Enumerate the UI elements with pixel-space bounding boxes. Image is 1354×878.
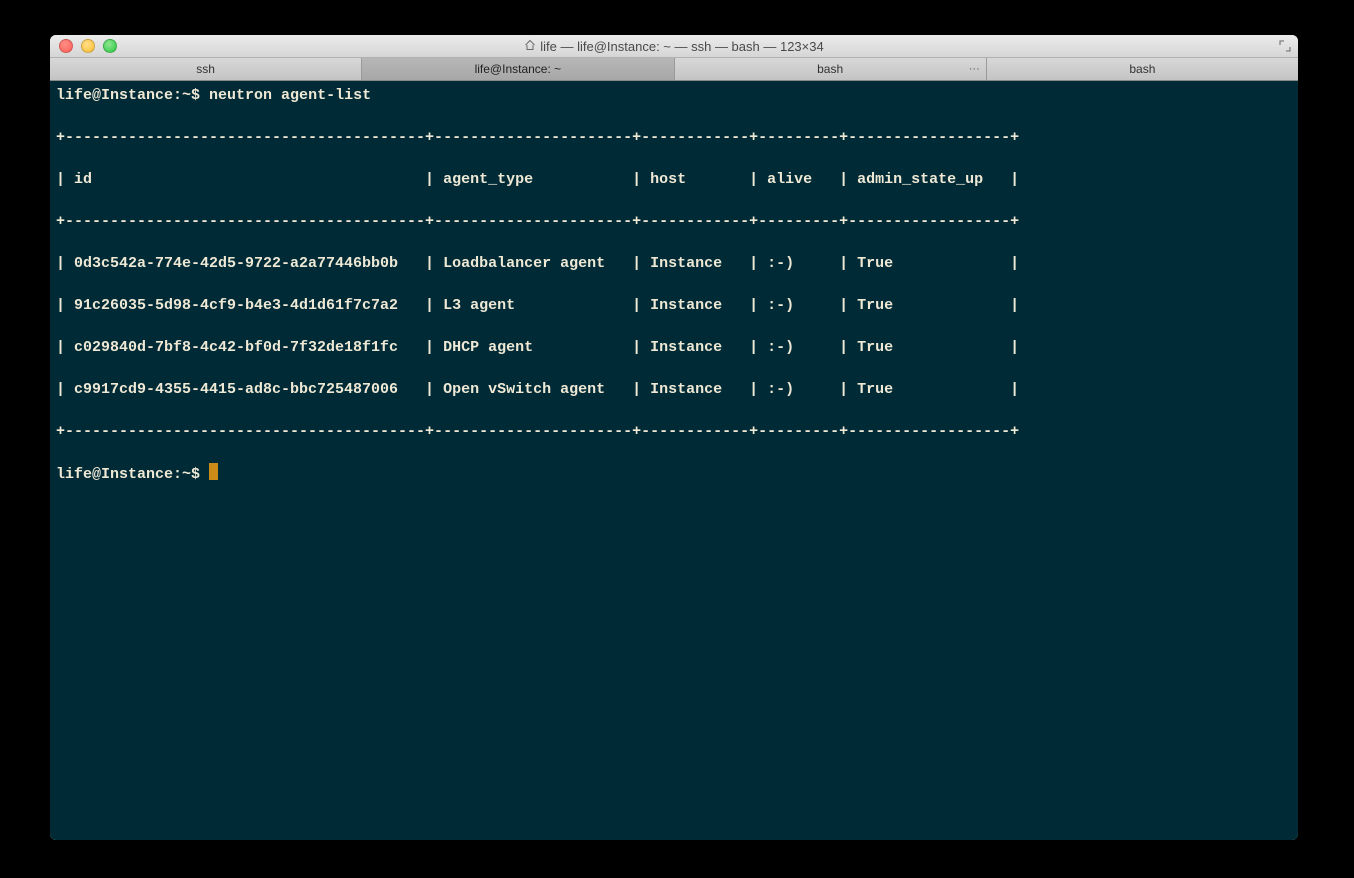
home-icon (524, 39, 536, 54)
titlebar: life — life@Instance: ~ — ssh — bash — 1… (50, 35, 1298, 58)
tab-life-instance[interactable]: life@Instance: ~ (362, 58, 674, 80)
terminal-viewport[interactable]: life@Instance:~$ neutron agent-list +---… (50, 81, 1298, 840)
tab-overflow-icon[interactable]: ··· (969, 63, 980, 75)
tab-bash-1[interactable]: bash ··· (675, 58, 987, 80)
terminal-window: life — life@Instance: ~ — ssh — bash — 1… (50, 35, 1298, 840)
tab-bar: ssh life@Instance: ~ bash ··· bash (50, 58, 1298, 81)
tab-bash-2[interactable]: bash (987, 58, 1298, 80)
zoom-window-button[interactable] (103, 39, 117, 53)
fullscreen-button[interactable] (1278, 39, 1292, 53)
tab-ssh[interactable]: ssh (50, 58, 362, 80)
minimize-window-button[interactable] (81, 39, 95, 53)
window-title-text: life — life@Instance: ~ — ssh — bash — 1… (540, 39, 823, 54)
tab-label: life@Instance: ~ (475, 62, 562, 76)
tab-label: bash (1129, 62, 1155, 76)
tab-label: ssh (196, 62, 215, 76)
close-window-button[interactable] (59, 39, 73, 53)
window-title: life — life@Instance: ~ — ssh — bash — 1… (50, 39, 1298, 54)
traffic-lights (50, 39, 117, 53)
tab-label: bash (817, 62, 843, 76)
